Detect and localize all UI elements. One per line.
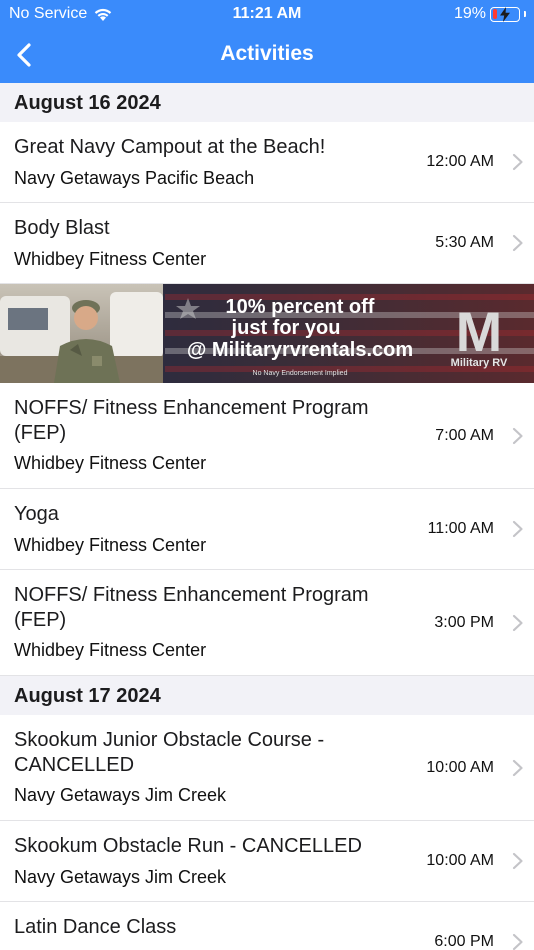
- activity-time: 5:30 AM: [435, 234, 494, 251]
- activity-title: Skookum Obstacle Run - CANCELLED: [14, 835, 362, 857]
- activity-location: Whidbey Fitness Center: [14, 535, 207, 555]
- chevron-right-icon: [512, 933, 523, 950]
- section-header-august-16: August 16 2024: [0, 83, 534, 123]
- chevron-right-icon: [512, 852, 523, 870]
- ad-banner-image: 10% percent off just for you @ Militaryr…: [0, 284, 534, 383]
- ad-banner[interactable]: 10% percent off just for you @ Militaryr…: [0, 284, 534, 383]
- activity-location: Whidbey Fitness Center: [14, 249, 207, 269]
- activity-location: Navy Getaways Pacific Beach: [14, 168, 255, 188]
- section-header-august-17: August 17 2024: [0, 676, 534, 716]
- chevron-right-icon: [512, 759, 523, 777]
- page-title: Activities: [220, 42, 314, 65]
- ad-line-3: @ Militaryrvrentals.com: [187, 339, 413, 361]
- list-item[interactable]: Skookum Obstacle Run - CANCELLED Navy Ge…: [0, 821, 534, 902]
- activity-title: Yoga: [14, 503, 59, 525]
- battery-percent: 19%: [453, 5, 486, 22]
- list-item[interactable]: Latin Dance Class 6:00 PM: [0, 902, 534, 950]
- list-item[interactable]: Skookum Junior Obstacle Course - CANCELL…: [0, 715, 534, 821]
- activity-time: 10:00 AM: [426, 852, 494, 869]
- activity-location: Navy Getaways Jim Creek: [14, 867, 227, 887]
- status-bar: No Service 11:21 AM 19%: [0, 0, 534, 28]
- list-item[interactable]: NOFFS/ Fitness Enhancement Program (FEP)…: [0, 570, 534, 676]
- section-date: August 17 2024: [14, 685, 161, 707]
- list-item[interactable]: NOFFS/ Fitness Enhancement Program (FEP)…: [0, 383, 534, 489]
- list-item[interactable]: Great Navy Campout at the Beach! Navy Ge…: [0, 122, 534, 203]
- ad-line-2: just for you: [231, 317, 341, 339]
- activity-location: Whidbey Fitness Center: [14, 453, 207, 473]
- activity-title: Body Blast: [14, 217, 110, 239]
- activity-title: NOFFS/ Fitness Enhancement Program (FEP): [14, 584, 369, 631]
- navigation-bar: Activities: [0, 28, 534, 83]
- chevron-right-icon: [512, 153, 523, 171]
- activity-time: 6:00 PM: [434, 933, 494, 950]
- section-date: August 16 2024: [14, 92, 161, 114]
- battery-level: [492, 9, 498, 19]
- app-header: No Service 11:21 AM 19% Activities: [0, 0, 534, 83]
- activity-location: Navy Getaways Jim Creek: [14, 785, 227, 805]
- activity-time: 11:00 AM: [427, 520, 494, 537]
- chevron-right-icon: [512, 520, 523, 538]
- activity-time: 10:00 AM: [426, 759, 494, 776]
- activity-location: Whidbey Fitness Center: [14, 640, 207, 660]
- ad-line-1: 10% percent off: [226, 296, 375, 318]
- activity-title: Great Navy Campout at the Beach!: [14, 136, 326, 158]
- activity-time: 12:00 AM: [426, 153, 494, 170]
- activity-title: Latin Dance Class: [14, 916, 177, 938]
- chevron-right-icon: [512, 234, 523, 252]
- battery-nub: [524, 11, 526, 17]
- ad-disclaimer: No Navy Endorsement Implied: [253, 370, 348, 377]
- battery-status: 19%: [454, 5, 526, 23]
- activity-title: Skookum Junior Obstacle Course - CANCELL…: [14, 729, 325, 776]
- list-item[interactable]: Yoga Whidbey Fitness Center 11:00 AM: [0, 489, 534, 570]
- chevron-right-icon: [512, 427, 523, 445]
- list-item[interactable]: Body Blast Whidbey Fitness Center 5:30 A…: [0, 203, 534, 284]
- chevron-right-icon: [512, 614, 523, 632]
- military-rv-logo-text: Military RV: [451, 357, 508, 369]
- battery-icon: [490, 6, 520, 22]
- military-rv-logo: M: [456, 300, 503, 363]
- activity-title: NOFFS/ Fitness Enhancement Program (FEP): [14, 397, 369, 444]
- charging-bolt-icon: [500, 6, 510, 22]
- activity-time: 7:00 AM: [435, 427, 494, 444]
- activity-time: 3:00 PM: [434, 614, 494, 631]
